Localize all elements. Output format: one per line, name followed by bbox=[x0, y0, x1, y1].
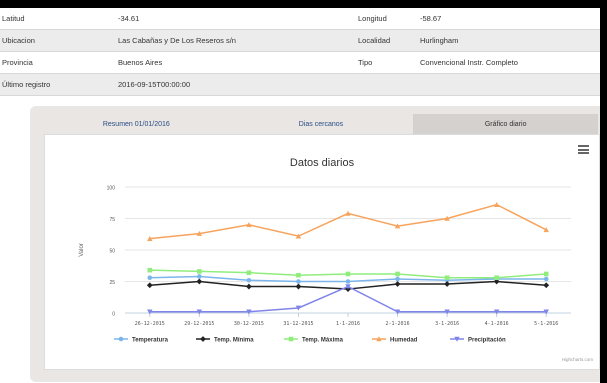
info-value: -34.61 bbox=[118, 14, 140, 23]
data-point-temp-minima bbox=[543, 282, 550, 289]
legend-item-label: Temp. Mínima bbox=[214, 338, 254, 344]
legend-marker-temp-maxima bbox=[288, 336, 294, 342]
info-row: Último registro 2016-09-15T00:00:00 bbox=[0, 74, 600, 96]
data-point-temperatura bbox=[147, 275, 153, 281]
data-point-temp-maxima bbox=[147, 267, 153, 273]
legend-item-label: Temp. Máxima bbox=[302, 338, 344, 344]
info-value: Hurlingham bbox=[420, 36, 459, 45]
info-label: Provincia bbox=[2, 58, 33, 67]
tab-3[interactable]: Gráfico diario bbox=[413, 114, 598, 134]
data-point-temp-maxima bbox=[197, 269, 202, 274]
tab-bar: Resumen 01/01/2016 Dias cercanos Gráfico d… bbox=[44, 114, 598, 134]
info-value: Las Cabañas y De Los Reseros s/n bbox=[118, 36, 236, 45]
legend-item-label: Precipitación bbox=[468, 338, 506, 344]
legend-item-label: Temperatura bbox=[132, 338, 169, 344]
info-label: Tipo bbox=[358, 58, 373, 67]
info-label: Localidad bbox=[358, 36, 391, 45]
info-row: Ubicacion Las Cabañas y De Los Reseros s/… bbox=[0, 30, 600, 52]
info-row: Provincia Buenos Aires Tipo Convencional In… bbox=[0, 52, 600, 74]
x-tick-label: 2-1-2016 bbox=[386, 321, 410, 327]
info-label: Longitud bbox=[358, 14, 387, 23]
info-label: Último registro bbox=[2, 80, 51, 89]
chart-container: Datos diarios 0 25 50 75 100 Valor 26-12-2015 29… bbox=[44, 134, 600, 370]
data-point-temperatura bbox=[543, 276, 549, 282]
data-point-temp-minima bbox=[295, 283, 302, 290]
info-value: Convencional Instr. Completo bbox=[420, 58, 518, 67]
data-point-temperatura bbox=[395, 276, 400, 282]
x-tick-label: 29-12-2015 bbox=[184, 321, 214, 327]
legend-marker-temperatura bbox=[118, 336, 124, 342]
info-value: -58.67 bbox=[420, 14, 442, 23]
daily-chart: Datos diarios 0 25 50 75 100 Valor 26-12-2015 29… bbox=[79, 157, 594, 362]
series-line-humedad bbox=[149, 203, 547, 240]
x-tick-label: 1-1-2016 bbox=[336, 321, 360, 327]
data-point-temperatura bbox=[345, 279, 351, 284]
info-value: 2016-09-15T00:00:00 bbox=[118, 80, 191, 89]
y-tick-label: 50 bbox=[109, 249, 115, 255]
legend-marker-temp-minima bbox=[200, 336, 206, 342]
x-tick-label: 5-1-2016 bbox=[534, 321, 558, 327]
x-tick-label: 26-12-2015 bbox=[135, 321, 165, 327]
x-tick-label: 30-12-2015 bbox=[234, 321, 264, 327]
data-point-temp-maxima bbox=[444, 275, 450, 281]
info-label: Latitud bbox=[2, 14, 25, 23]
chart-panel: Resumen 01/01/2016 Dias cercanos Gráfico d… bbox=[30, 106, 600, 382]
data-point-temp-maxima bbox=[345, 271, 351, 277]
x-tick-label: 31-12-2015 bbox=[283, 321, 313, 327]
x-tick-label: 3-1-2016 bbox=[435, 321, 459, 327]
y-tick-label: 25 bbox=[109, 280, 115, 286]
tab-1[interactable]: Resumen 01/01/2016 bbox=[44, 114, 229, 134]
hamburger-menu-icon[interactable] bbox=[578, 145, 589, 154]
data-point-temperatura bbox=[246, 277, 252, 283]
y-tick-label: 0 bbox=[112, 312, 115, 318]
chart-title: Datos diarios bbox=[290, 157, 355, 169]
tab-2[interactable]: Dias cercanos bbox=[229, 114, 414, 134]
y-tick-label: 75 bbox=[109, 217, 115, 223]
x-tick-label: 4-1-2016 bbox=[485, 321, 509, 327]
data-point-temp-maxima bbox=[246, 270, 252, 275]
y-tick-label: 100 bbox=[107, 186, 116, 192]
data-point-temp-maxima bbox=[494, 275, 499, 281]
data-point-temp-minima bbox=[245, 283, 252, 290]
data-point-temperatura bbox=[197, 274, 202, 279]
legend-item-label: Humedad bbox=[390, 338, 418, 344]
data-point-temperatura bbox=[296, 279, 301, 284]
info-value: Buenos Aires bbox=[118, 58, 163, 67]
station-page: Latitud -34.61 Longitud -58.67 Ubicacion Las … bbox=[0, 8, 600, 383]
credits-link[interactable]: Highcharts.com bbox=[562, 357, 594, 362]
data-point-temp-maxima bbox=[543, 271, 549, 277]
y-axis-label: Valor bbox=[79, 243, 85, 257]
info-row: Latitud -34.61 Longitud -58.67 bbox=[0, 8, 600, 30]
data-point-temp-minima bbox=[196, 278, 203, 285]
data-point-temp-minima bbox=[146, 282, 153, 289]
data-point-temp-maxima bbox=[296, 272, 301, 278]
info-label: Ubicacion bbox=[2, 36, 35, 45]
data-point-temp-maxima bbox=[395, 271, 400, 277]
